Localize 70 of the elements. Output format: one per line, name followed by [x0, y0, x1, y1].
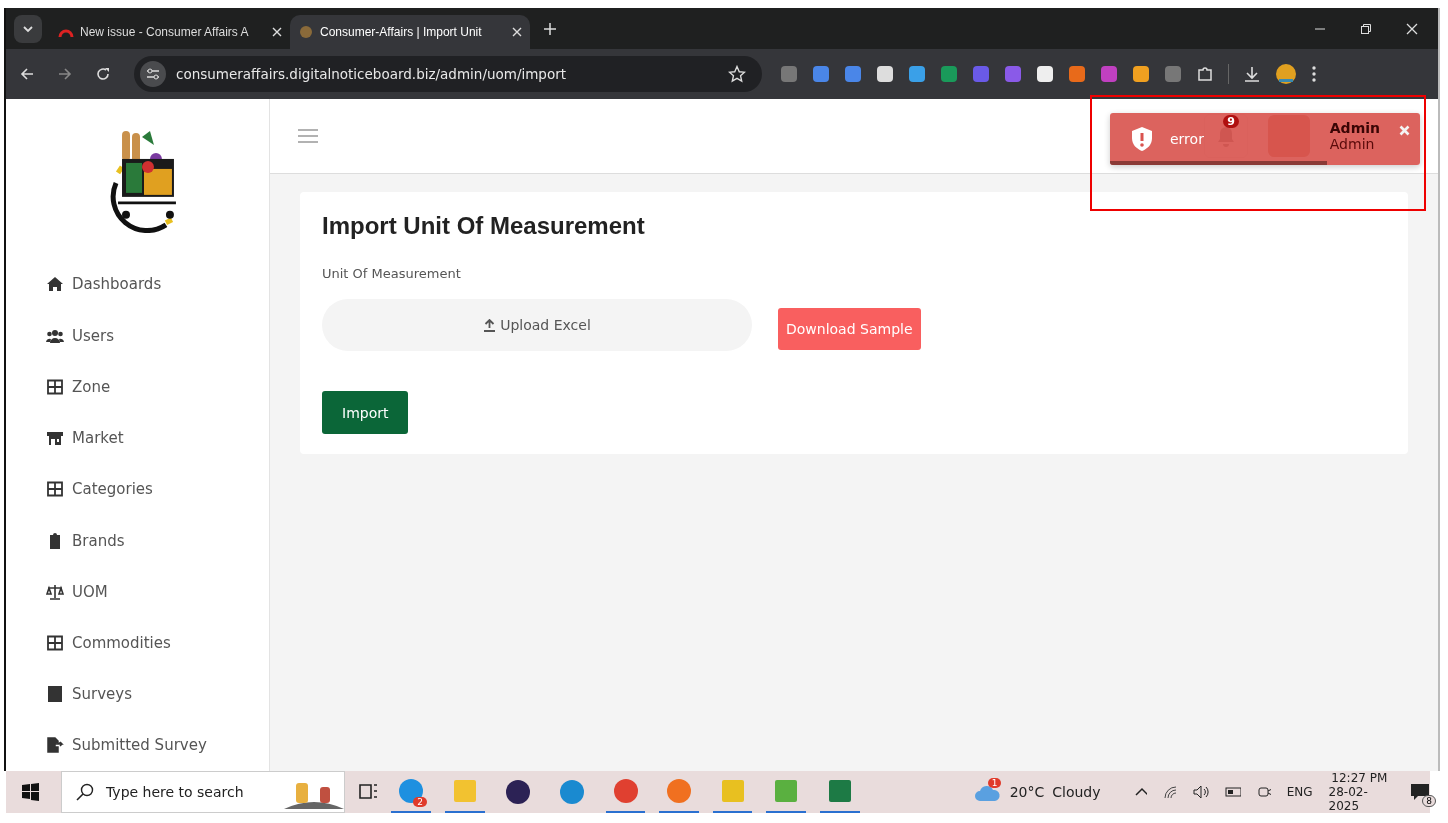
weather-condition: Cloudy	[1052, 784, 1101, 800]
grid-icon	[46, 634, 64, 651]
grid-icon	[46, 378, 64, 395]
user-role: Admin	[1329, 136, 1376, 152]
camera-icon[interactable]	[1256, 784, 1271, 800]
toast-message: error	[1170, 131, 1204, 147]
tab-title: Consumer-Affairs | Import Unit	[320, 25, 483, 39]
nav-item[interactable]: Market	[46, 412, 269, 464]
close-icon[interactable]	[512, 27, 522, 37]
close-icon[interactable]	[1406, 22, 1418, 35]
taskbar-search-field[interactable]: Type here to search	[60, 771, 345, 813]
menu-icon[interactable]	[1311, 65, 1317, 83]
scale-icon	[46, 583, 64, 600]
profile-avatar-icon[interactable]	[1275, 63, 1297, 85]
language-indicator[interactable]: ENG	[1286, 785, 1313, 799]
address-bar[interactable]: consumeraffairs.digitalnoticeboard.biz/admin/uom/import	[134, 56, 762, 92]
reload-icon[interactable]	[96, 67, 110, 81]
nav-item[interactable]: Brands	[46, 514, 269, 567]
tab-title: New issue - Consumer Affairs A	[80, 25, 250, 39]
star-icon[interactable]	[728, 65, 746, 83]
app-badge: 2	[413, 797, 427, 807]
clock-date[interactable]: 28-02-2025	[1328, 785, 1391, 813]
battery-icon[interactable]	[1224, 787, 1241, 797]
home-icon	[46, 276, 64, 293]
speaker-icon[interactable]	[1192, 785, 1209, 799]
close-icon[interactable]	[272, 27, 282, 37]
forward-icon[interactable]	[58, 67, 72, 81]
import-button[interactable]: Import	[322, 391, 409, 434]
shield-alert-icon	[1130, 126, 1154, 152]
nav-item[interactable]: Commodities	[46, 617, 269, 669]
search-icon	[75, 783, 94, 801]
extension-icon[interactable]	[908, 65, 926, 83]
extension-icon[interactable]	[1132, 65, 1150, 83]
site-settings-icon[interactable]	[140, 61, 166, 87]
extension-icon[interactable]	[876, 65, 894, 83]
file-export-icon	[46, 737, 64, 754]
upload-excel-button[interactable]: Upload Excel	[322, 299, 752, 351]
nav-item[interactable]: Dashboards	[46, 258, 269, 311]
weather-badge: 1	[987, 778, 1002, 788]
restore-icon[interactable]	[1360, 22, 1372, 35]
browser-tab[interactable]: Consumer-Affairs | Import Unit	[290, 15, 530, 49]
puzzle-icon[interactable]	[1196, 65, 1214, 83]
extension-icon[interactable]	[1036, 65, 1054, 83]
windows-start-icon[interactable]	[22, 783, 39, 801]
browser-tab[interactable]: New issue - Consumer Affairs A	[50, 15, 290, 49]
nav-item[interactable]: Submitted Survey	[46, 719, 269, 771]
store-icon	[46, 430, 64, 447]
user-name: Admin	[1329, 120, 1380, 136]
nav-item[interactable]: UOM	[46, 566, 269, 618]
nav-item[interactable]: Zone	[46, 361, 269, 413]
new-tab-icon[interactable]	[544, 22, 556, 35]
chevron-down-icon	[22, 24, 34, 33]
field-label: Unit Of Measurement	[322, 266, 461, 281]
notification-count: 8	[1422, 795, 1437, 807]
users-icon	[46, 327, 64, 344]
nav-item[interactable]: Categories	[46, 463, 269, 515]
taskbar-app[interactable]: 2	[391, 771, 431, 813]
task-view-icon[interactable]	[358, 783, 378, 801]
nav-item[interactable]: Users	[46, 310, 269, 362]
clock-time[interactable]: 12:27 PM	[1331, 771, 1388, 785]
download-icon[interactable]	[1243, 65, 1261, 83]
nav-item[interactable]: Surveys	[46, 668, 269, 720]
wifi-icon[interactable]	[1162, 785, 1177, 799]
page-title: Import Unit Of Measurement	[322, 212, 645, 240]
chevron-up-icon[interactable]	[1134, 787, 1147, 797]
tab-search-button[interactable]	[14, 14, 42, 43]
back-icon[interactable]	[20, 67, 34, 81]
upload-icon	[483, 318, 497, 332]
temperature: 20°C	[1009, 784, 1045, 800]
grid-icon	[46, 481, 64, 498]
